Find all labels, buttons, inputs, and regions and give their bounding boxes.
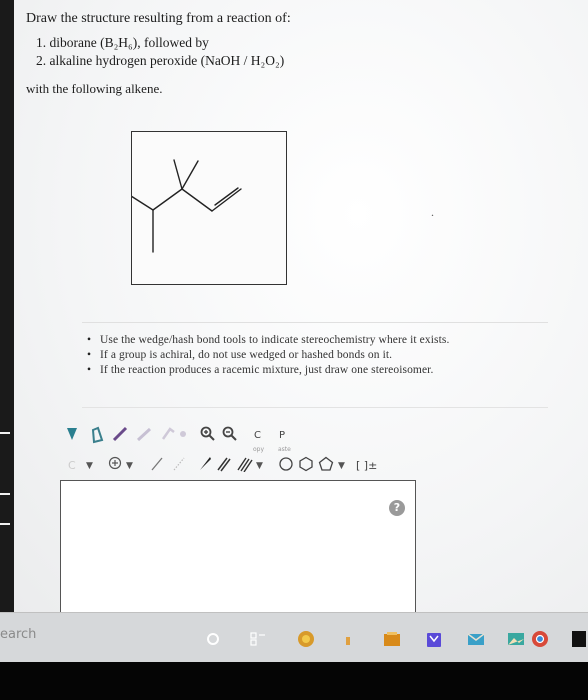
- cortana-circle-icon[interactable]: [203, 629, 223, 649]
- hashed-bond-light-icon[interactable]: [172, 456, 186, 479]
- bond: [181, 188, 213, 212]
- app-icon[interactable]: [340, 629, 360, 649]
- alkene-prompt: with the following alkene.: [26, 81, 163, 96]
- chevron-down-icon[interactable]: ▼: [256, 456, 263, 476]
- reaction-steps: 1. diborane (B₂H₆), followed by 2. alkal…: [36, 34, 291, 70]
- chevron-down-icon[interactable]: ▼: [86, 456, 93, 476]
- atom-tool[interactable]: C: [68, 456, 76, 476]
- instruction-item: If the reaction produces a racemic mixtu…: [87, 363, 548, 378]
- chevron-down-icon[interactable]: ▼: [126, 456, 133, 476]
- help-button[interactable]: ?: [389, 500, 405, 516]
- alkene-skeletal-formula: [132, 159, 242, 253]
- left-edge-strip: [0, 0, 14, 612]
- drawing-canvas[interactable]: [60, 480, 416, 613]
- chevron-down-icon[interactable]: ▼: [338, 456, 345, 476]
- select-tool-icon[interactable]: [66, 426, 78, 448]
- zoom-out-icon[interactable]: [222, 426, 238, 448]
- chrome-icon[interactable]: [530, 629, 550, 649]
- move-icon[interactable]: [178, 426, 188, 446]
- add-charge-icon[interactable]: [108, 456, 122, 477]
- edge-tick: [0, 523, 10, 525]
- copy-button[interactable]: C opy: [253, 426, 264, 453]
- instruction-item: If a group is achiral, do not use wedged…: [87, 348, 548, 363]
- pentagon-ring-icon[interactable]: [318, 456, 334, 479]
- store-icon[interactable]: [424, 629, 444, 649]
- double-bond-icon[interactable]: [216, 456, 232, 479]
- editor-toolbar-top: C opy P aste: [66, 426, 306, 453]
- edge-tick: [0, 432, 10, 434]
- taskbar: earch: [0, 612, 588, 663]
- taskbar-search[interactable]: earch: [0, 627, 36, 642]
- rotate-icon[interactable]: [160, 426, 176, 448]
- app-dark-icon[interactable]: [570, 629, 588, 649]
- file-explorer-icon[interactable]: [382, 629, 402, 649]
- instruction-item: Use the wedge/hash bond tools to indicat…: [87, 333, 548, 348]
- bond: [173, 159, 183, 190]
- triple-bond-icon[interactable]: [236, 456, 254, 479]
- bond: [132, 195, 154, 211]
- bracket-charge-tool[interactable]: [ ]±: [356, 456, 377, 476]
- bond: [152, 188, 183, 211]
- alkene-structure-image: [131, 131, 287, 285]
- question-text: Draw the structure resulting from a reac…: [26, 10, 291, 98]
- eraser-icon[interactable]: [90, 426, 104, 450]
- double-bond-inner: [214, 187, 239, 206]
- reaction-step-1: 1. diborane (B₂H₆), followed by: [36, 35, 209, 50]
- double-bond: [211, 188, 242, 212]
- reaction-step-2: 2. alkaline hydrogen peroxide (NaOH / H₂…: [36, 53, 285, 68]
- browser-icon[interactable]: [296, 629, 316, 649]
- stray-mark: .: [431, 205, 434, 219]
- edge-tick: [0, 493, 10, 495]
- wedge-bond-icon[interactable]: [198, 456, 212, 479]
- pencil-icon[interactable]: [112, 426, 128, 448]
- single-bond-icon[interactable]: [150, 456, 164, 479]
- task-view-icon[interactable]: [248, 629, 268, 649]
- cyclopropane-ring-icon[interactable]: [278, 456, 294, 479]
- editor-toolbar-bottom: C ▼ ▼ ▼ ▼ [ ]±: [66, 456, 426, 478]
- paste-button[interactable]: P aste: [278, 426, 291, 453]
- photos-icon[interactable]: [506, 629, 526, 649]
- question-intro: Draw the structure resulting from a reac…: [26, 11, 291, 26]
- mail-icon[interactable]: [466, 629, 486, 649]
- bond: [181, 160, 199, 190]
- instructions-box: Use the wedge/hash bond tools to indicat…: [82, 322, 548, 408]
- screen-bezel: [0, 662, 588, 700]
- zoom-in-icon[interactable]: [200, 426, 216, 448]
- lasso-icon[interactable]: [136, 426, 152, 448]
- hexagon-ring-icon[interactable]: [298, 456, 314, 479]
